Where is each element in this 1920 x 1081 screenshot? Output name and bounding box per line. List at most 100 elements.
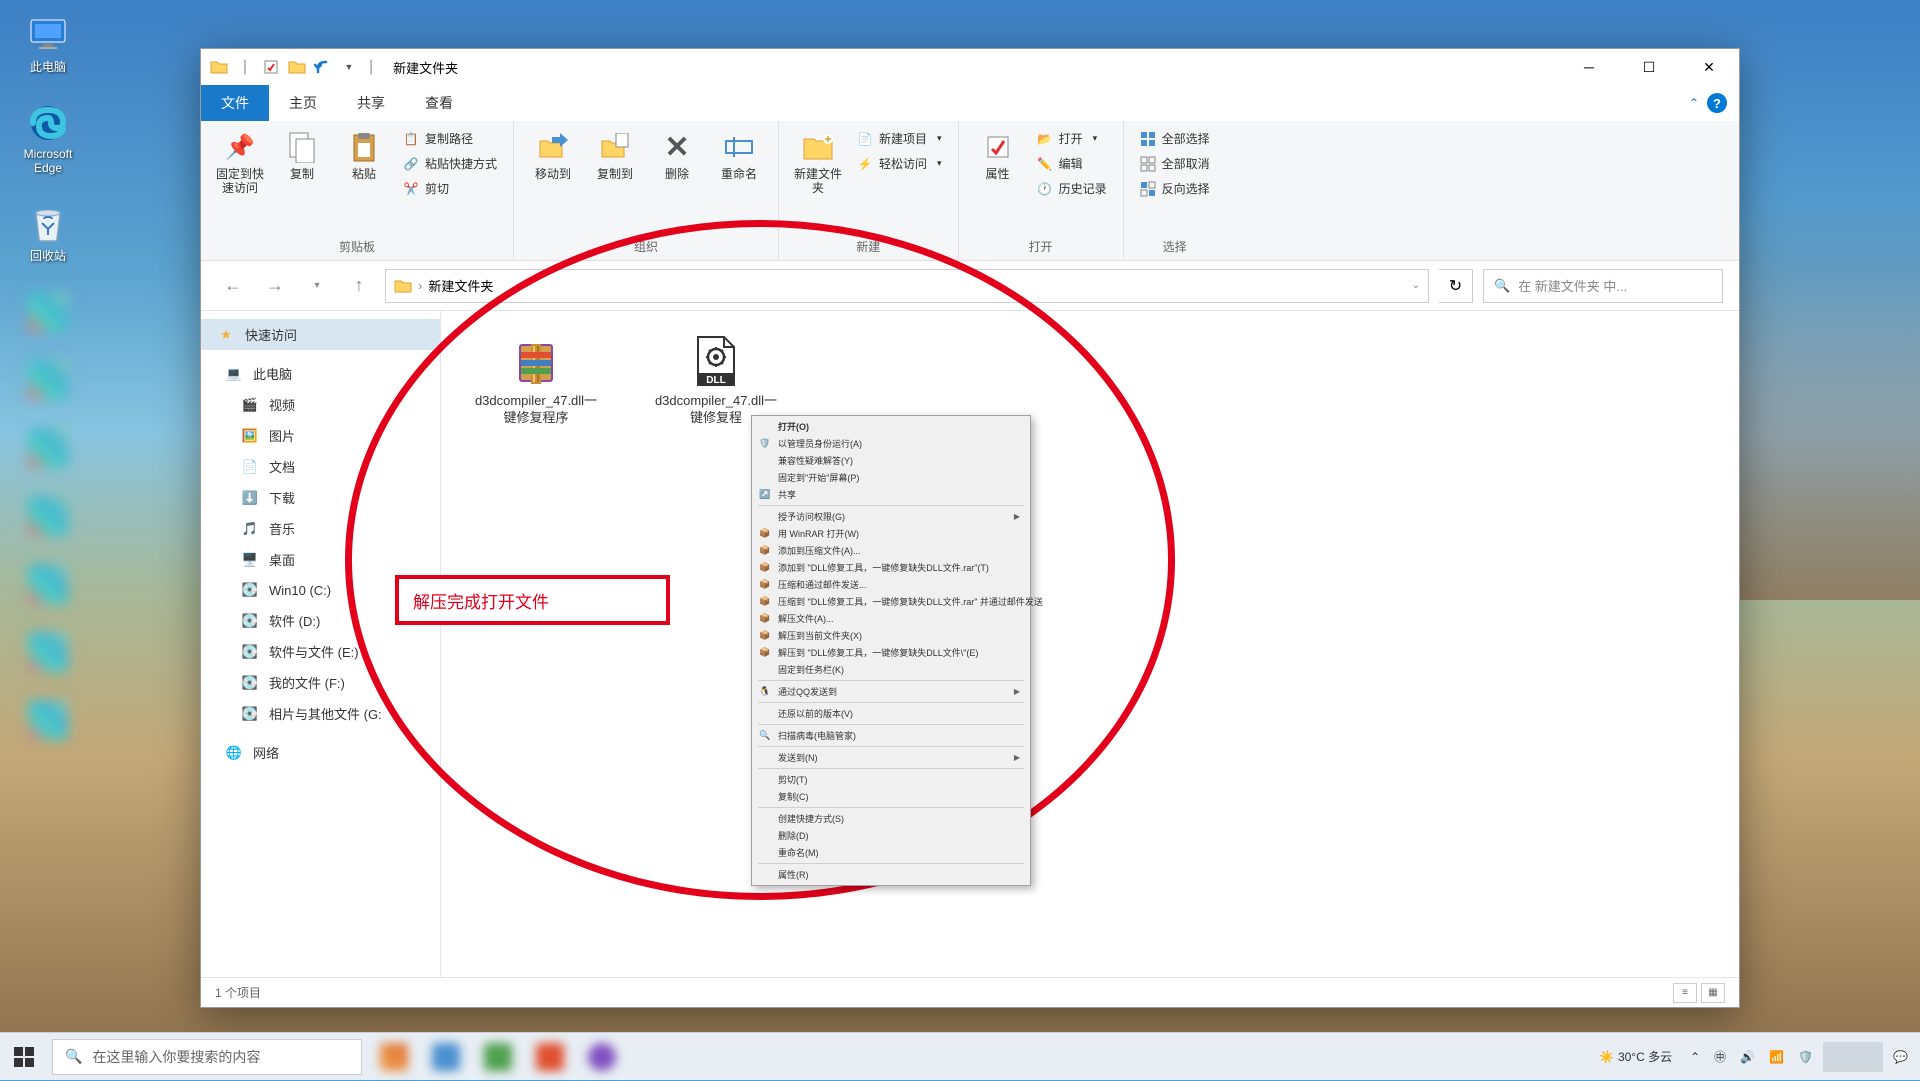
sidebar-item[interactable]: 🎬视频 xyxy=(201,389,440,420)
tab-view[interactable]: 查看 xyxy=(405,85,473,121)
context-menu-item[interactable]: 属性(R) xyxy=(754,866,1028,883)
sidebar-item[interactable]: 🖼️图片 xyxy=(201,420,440,451)
newfolder-button[interactable]: 新建文件夹 xyxy=(789,127,847,200)
copyto-button[interactable]: 复制到 xyxy=(586,127,644,185)
context-menu-item[interactable]: 还原以前的版本(V) xyxy=(754,705,1028,722)
desktop-icon-blurred[interactable] xyxy=(10,696,86,744)
ribbon-collapse-icon[interactable]: ⌃ xyxy=(1689,96,1699,110)
taskbar-search[interactable]: 🔍 在这里输入你要搜索的内容 xyxy=(52,1039,362,1075)
context-menu-item[interactable]: 重命名(M) xyxy=(754,844,1028,861)
desktop-icon-blurred[interactable] xyxy=(10,560,86,608)
newfolder-qat-icon[interactable] xyxy=(287,57,307,77)
tray-notifications-icon[interactable]: 💬 xyxy=(1889,1050,1912,1064)
easyaccess-button[interactable]: ⚡轻松访问▾ xyxy=(851,152,948,175)
view-details-button[interactable]: ≡ xyxy=(1673,983,1697,1003)
delete-button[interactable]: ✕ 删除 xyxy=(648,127,706,185)
sidebar-item[interactable]: 🎵音乐 xyxy=(201,513,440,544)
context-menu-item[interactable]: 🛡️以管理员身份运行(A) xyxy=(754,435,1028,452)
back-button[interactable]: ← xyxy=(217,270,249,302)
taskbar-app-blurred[interactable] xyxy=(578,1037,626,1077)
rename-button[interactable]: 重命名 xyxy=(710,127,768,185)
context-menu-item[interactable]: 发送到(N)▶ xyxy=(754,749,1028,766)
pasteshortcut-button[interactable]: 🔗粘贴快捷方式 xyxy=(397,152,503,175)
context-menu-item[interactable]: 剪切(T) xyxy=(754,771,1028,788)
file-list[interactable]: d3dcompiler_47.dll一键修复程序 DLL d3dcompiler… xyxy=(441,311,1739,977)
tray-wifi-icon[interactable]: 📶 xyxy=(1765,1050,1788,1064)
search-box[interactable]: 🔍 在 新建文件夹 中... xyxy=(1483,269,1723,303)
minimize-button[interactable]: ─ xyxy=(1559,49,1619,85)
close-button[interactable]: ✕ xyxy=(1679,49,1739,85)
newitem-button[interactable]: 📄新建项目▾ xyxy=(851,127,948,150)
taskbar-app-blurred[interactable] xyxy=(474,1037,522,1077)
context-menu-item[interactable]: ↗️共享 xyxy=(754,486,1028,503)
context-menu-item[interactable]: 兼容性疑难解答(Y) xyxy=(754,452,1028,469)
tab-file[interactable]: 文件 xyxy=(201,85,269,121)
desktop-icon-edge[interactable]: Microsoft Edge xyxy=(10,99,86,179)
desktop-icon-blurred[interactable] xyxy=(10,356,86,404)
copy-button[interactable]: 复制 xyxy=(273,127,331,185)
context-menu-item[interactable]: 📦压缩到 "DLL修复工具，一键修复缺失DLL文件.rar" 并通过邮件发送 xyxy=(754,593,1028,610)
help-icon[interactable]: ? xyxy=(1707,93,1727,113)
invertselect-button[interactable]: 反向选择 xyxy=(1134,177,1216,200)
tray-shield-icon[interactable]: 🛡️ xyxy=(1794,1050,1817,1064)
taskbar-app-blurred[interactable] xyxy=(526,1037,574,1077)
desktop-icon-blurred[interactable] xyxy=(10,288,86,336)
qat-dropdown-icon[interactable]: ▼ xyxy=(339,57,359,77)
context-menu-item[interactable]: 📦添加到 "DLL修复工具，一键修复缺失DLL文件.rar"(T) xyxy=(754,559,1028,576)
selectall-button[interactable]: 全部选择 xyxy=(1134,127,1216,150)
context-menu-item[interactable]: 固定到任务栏(K) xyxy=(754,661,1028,678)
moveto-button[interactable]: 移动到 xyxy=(524,127,582,185)
start-button[interactable] xyxy=(0,1033,48,1081)
breadcrumb-current[interactable]: 新建文件夹 xyxy=(428,276,493,295)
maximize-button[interactable]: ☐ xyxy=(1619,49,1679,85)
context-menu-item[interactable]: 创建快捷方式(S) xyxy=(754,810,1028,827)
forward-button[interactable]: → xyxy=(259,270,291,302)
context-menu-item[interactable]: 打开(O) xyxy=(754,418,1028,435)
sidebar-item[interactable]: 📄文档 xyxy=(201,451,440,482)
desktop-icon-recyclebin[interactable]: 回收站 xyxy=(10,199,86,268)
sidebar-network[interactable]: 🌐 网络 xyxy=(201,737,440,768)
context-menu-item[interactable]: 📦解压到当前文件夹(X) xyxy=(754,627,1028,644)
undo-qat-icon[interactable] xyxy=(313,57,333,77)
tray-clock-blurred[interactable] xyxy=(1823,1042,1883,1072)
sidebar-item[interactable]: 💽软件与文件 (E:) xyxy=(201,636,440,667)
refresh-button[interactable]: ↻ xyxy=(1439,269,1473,303)
pin-button[interactable]: 📌 固定到快速访问 xyxy=(211,127,269,200)
tray-input-icon[interactable]: ㊥ xyxy=(1710,1048,1730,1065)
edit-button[interactable]: ✏️编辑 xyxy=(1031,152,1113,175)
tray-volume-icon[interactable]: 🔊 xyxy=(1736,1050,1759,1064)
selectnone-button[interactable]: 全部取消 xyxy=(1134,152,1216,175)
taskbar-app-blurred[interactable] xyxy=(422,1037,470,1077)
open-button[interactable]: 📂打开▾ xyxy=(1031,127,1113,150)
file-item-rar[interactable]: d3dcompiler_47.dll一键修复程序 xyxy=(461,327,611,435)
address-dropdown-icon[interactable]: ⌄ xyxy=(1412,280,1420,291)
context-menu-item[interactable]: 📦解压文件(A)... xyxy=(754,610,1028,627)
context-menu-item[interactable]: 📦压缩和通过邮件发送... xyxy=(754,576,1028,593)
context-menu-item[interactable]: 📦解压到 "DLL修复工具，一键修复缺失DLL文件\"(E) xyxy=(754,644,1028,661)
context-menu-item[interactable]: 复制(C) xyxy=(754,788,1028,805)
sidebar-item[interactable]: ⬇️下载 xyxy=(201,482,440,513)
tab-share[interactable]: 共享 xyxy=(337,85,405,121)
paste-button[interactable]: 粘贴 xyxy=(335,127,393,185)
tab-home[interactable]: 主页 xyxy=(269,85,337,121)
context-menu-item[interactable]: 🔍扫描病毒(电脑管家) xyxy=(754,727,1028,744)
history-button[interactable]: 🕐历史记录 xyxy=(1031,177,1113,200)
context-menu-item[interactable]: 📦添加到压缩文件(A)... xyxy=(754,542,1028,559)
weather-widget[interactable]: ☀️ 30°C 多云 xyxy=(1599,1048,1672,1065)
up-button[interactable]: ↑ xyxy=(343,270,375,302)
sidebar-quickaccess[interactable]: ★ 快速访问 xyxy=(201,319,440,350)
tray-chevron-icon[interactable]: ⌃ xyxy=(1686,1050,1704,1064)
context-menu-item[interactable]: 删除(D) xyxy=(754,827,1028,844)
desktop-icon-blurred[interactable] xyxy=(10,628,86,676)
context-menu-item[interactable]: 授予访问权限(G)▶ xyxy=(754,508,1028,525)
cut-button[interactable]: ✂️剪切 xyxy=(397,177,503,200)
taskbar-app-blurred[interactable] xyxy=(370,1037,418,1077)
view-icons-button[interactable]: ▦ xyxy=(1701,983,1725,1003)
address-bar[interactable]: › 新建文件夹 ⌄ xyxy=(385,269,1429,303)
context-menu-item[interactable]: 📦用 WinRAR 打开(W) xyxy=(754,525,1028,542)
sidebar-item[interactable]: 💽我的文件 (F:) xyxy=(201,667,440,698)
context-menu-item[interactable]: 🐧通过QQ发送到▶ xyxy=(754,683,1028,700)
sidebar-item[interactable]: 💽相片与其他文件 (G: xyxy=(201,698,440,729)
sidebar-item[interactable]: 🖥️桌面 xyxy=(201,544,440,575)
properties-button[interactable]: 属性 xyxy=(969,127,1027,185)
